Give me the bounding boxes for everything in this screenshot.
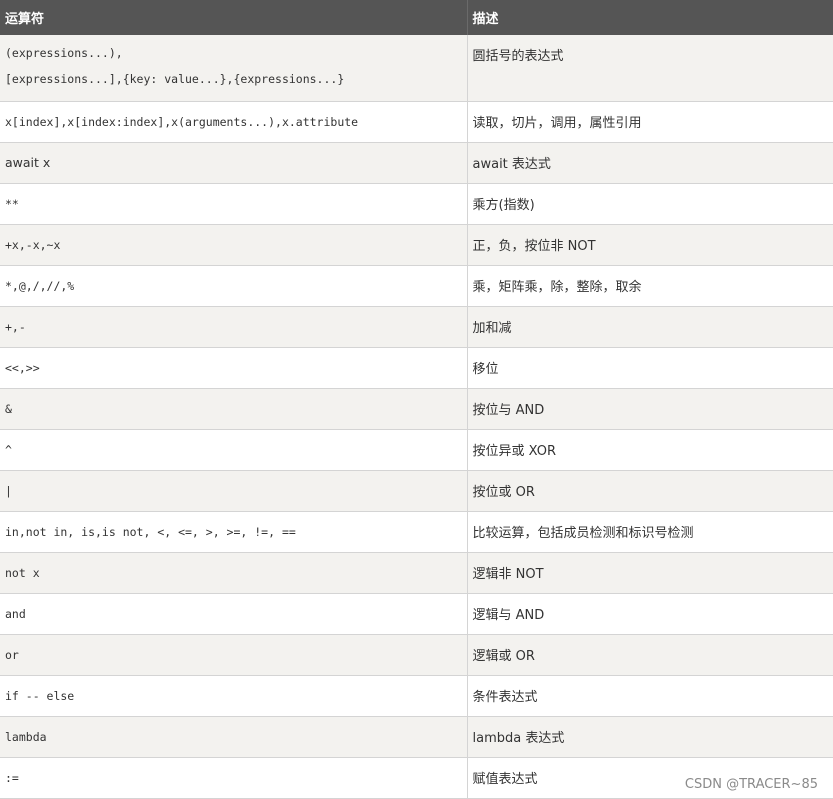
description-cell: lambda 表达式: [467, 716, 833, 758]
table-row: in,not in, is,is not, <, <=, >, >=, !=, …: [0, 511, 833, 553]
operator-cell: ^: [0, 429, 468, 471]
operator-cell: not x: [0, 552, 468, 594]
description-cell: 加和减: [467, 306, 833, 348]
description-cell: 正，负，按位非 NOT: [467, 224, 833, 266]
description-cell: 移位: [467, 347, 833, 389]
table-row: lambda lambda 表达式: [0, 716, 833, 758]
operator-cell: in,not in, is,is not, <, <=, >, >=, !=, …: [0, 511, 468, 553]
table-row: | 按位或 OR: [0, 470, 833, 512]
table-row: +,- 加和减: [0, 306, 833, 348]
table-row: *,@,/,//,% 乘，矩阵乘，除，整除，取余: [0, 265, 833, 307]
table-row: and 逻辑与 AND: [0, 593, 833, 635]
operator-cell: **: [0, 183, 468, 225]
header-operator: 运算符: [0, 0, 468, 35]
operator-cell: |: [0, 470, 468, 512]
header-row: 运算符 描述: [0, 0, 833, 35]
watermark: CSDN @TRACER~85: [684, 777, 818, 792]
table-row: await x await 表达式: [0, 142, 833, 184]
operator-cell: :=: [0, 757, 468, 799]
operator-cell: and: [0, 593, 468, 635]
description-cell: 乘，矩阵乘，除，整除，取余: [467, 265, 833, 307]
operator-precedence-table: 运算符 描述 (expressions...), [expressions...…: [0, 0, 833, 799]
description-cell: 读取，切片，调用，属性引用: [467, 101, 833, 143]
description-cell: 逻辑或 OR: [467, 634, 833, 676]
table-row: not x 逻辑非 NOT: [0, 552, 833, 594]
operator-cell: +,-: [0, 306, 468, 348]
table-row: +x,-x,~x 正，负，按位非 NOT: [0, 224, 833, 266]
operator-cell: (expressions...), [expressions...],{key:…: [0, 35, 468, 102]
operator-cell: if -- else: [0, 675, 468, 717]
operator-cell: <<,>>: [0, 347, 468, 389]
description-cell: await 表达式: [467, 142, 833, 184]
table-row: ** 乘方(指数): [0, 183, 833, 225]
description-cell: 按位或 OR: [467, 470, 833, 512]
table-body: (expressions...), [expressions...],{key:…: [0, 35, 833, 799]
operator-cell: lambda: [0, 716, 468, 758]
table-row: <<,>> 移位: [0, 347, 833, 389]
description-cell: 圆括号的表达式: [467, 35, 833, 102]
table-row: & 按位与 AND: [0, 388, 833, 430]
table-row: (expressions...), [expressions...],{key:…: [0, 35, 833, 102]
description-cell: 按位与 AND: [467, 388, 833, 430]
operator-cell: *,@,/,//,%: [0, 265, 468, 307]
operator-cell: +x,-x,~x: [0, 224, 468, 266]
description-cell: 按位异或 XOR: [467, 429, 833, 471]
operator-cell: or: [0, 634, 468, 676]
table-row: if -- else 条件表达式: [0, 675, 833, 717]
description-cell: 乘方(指数): [467, 183, 833, 225]
header-description: 描述: [467, 0, 833, 35]
description-cell: 逻辑非 NOT: [467, 552, 833, 594]
description-cell: 条件表达式: [467, 675, 833, 717]
table-row: or 逻辑或 OR: [0, 634, 833, 676]
description-cell: 逻辑与 AND: [467, 593, 833, 635]
operator-cell: await x: [0, 142, 468, 184]
table-row: x[index],x[index:index],x(arguments...),…: [0, 101, 833, 143]
table-header: 运算符 描述: [0, 0, 833, 35]
operator-cell: &: [0, 388, 468, 430]
table-row: ^ 按位异或 XOR: [0, 429, 833, 471]
description-cell: 比较运算，包括成员检测和标识号检测: [467, 511, 833, 553]
operator-cell: x[index],x[index:index],x(arguments...),…: [0, 101, 468, 143]
